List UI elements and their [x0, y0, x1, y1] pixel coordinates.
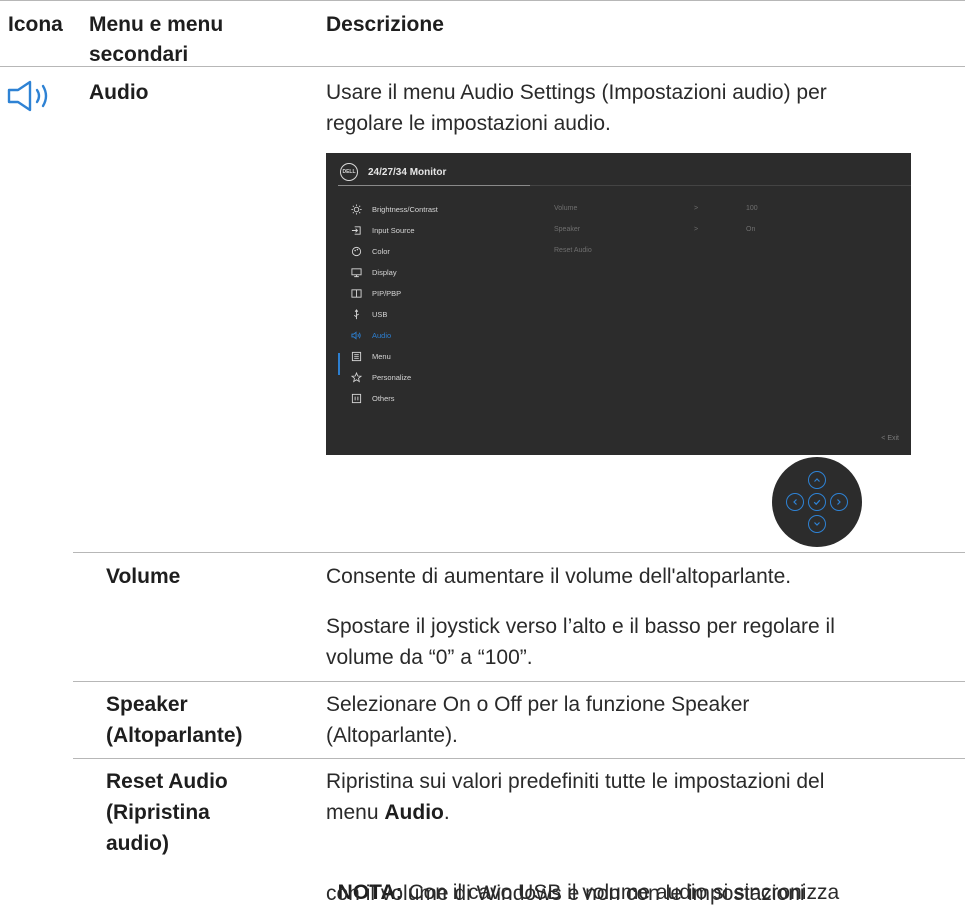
- chevron-right-icon[interactable]: [830, 493, 848, 511]
- dell-logo: DELL: [340, 163, 358, 181]
- reset-desc-bold: Audio: [384, 801, 444, 824]
- osd-item-label: USB: [372, 309, 388, 319]
- chevron-up-icon[interactable]: [808, 471, 826, 489]
- osd-sub-speaker[interactable]: Speaker: [554, 226, 580, 233]
- row-rule-reset: [73, 758, 965, 759]
- osd-sub-reset-audio[interactable]: Reset Audio: [554, 247, 592, 254]
- reset-desc-suffix: .: [443, 801, 450, 824]
- chevron-down-icon[interactable]: [808, 515, 826, 533]
- osd-item-audio[interactable]: Audio: [350, 327, 391, 343]
- osd-item-label: Input Source: [372, 225, 415, 235]
- header-rule: [0, 66, 965, 67]
- osd-item-menu[interactable]: Menu: [350, 348, 391, 364]
- osd-divider: [338, 185, 530, 186]
- osd-divider-dim: [530, 185, 911, 186]
- osd-exit-button[interactable]: < Exit: [881, 435, 899, 442]
- audio-desc-line1: Usare il menu Audio Settings (Impostazio…: [326, 81, 827, 104]
- osd-item-brightness-contrast[interactable]: Brightness/Contrast: [350, 201, 438, 217]
- osd-item-label: Brightness/Contrast: [372, 204, 438, 214]
- menu-speaker-line2: (Altoparlante): [106, 724, 243, 747]
- check-icon[interactable]: [808, 493, 826, 511]
- osd-sub-speaker-arrow: >: [694, 226, 699, 233]
- others-icon: [350, 392, 362, 404]
- row-rule-speaker: [73, 681, 965, 682]
- menu-reset-line2: (Ripristina: [106, 801, 210, 824]
- row-rule-volume: [73, 552, 965, 553]
- volume-desc1: Consente di aumentare il volume dell'alt…: [326, 565, 792, 588]
- chevron-left-icon[interactable]: [786, 493, 804, 511]
- osd-item-input-source[interactable]: Input Source: [350, 222, 415, 238]
- audio-speaker-icon: [6, 80, 62, 112]
- menu-reset-line1: Reset Audio: [106, 770, 228, 793]
- menu-icon: [350, 350, 362, 362]
- header-desc-col: Descrizione: [326, 13, 444, 36]
- header-menu-col-line2: secondari: [89, 43, 189, 66]
- reset-desc-prefix: menu: [326, 801, 385, 824]
- star-icon: [350, 371, 362, 383]
- speaker-desc-line2: (Altoparlante).: [326, 724, 458, 747]
- reset-desc-line1: Ripristina sui valori predefiniti tutte …: [326, 770, 825, 793]
- osd-item-personalize[interactable]: Personalize: [350, 369, 411, 385]
- pip-pbp-icon: [350, 287, 362, 299]
- reset-note-line2: con il volume di Windows e non con le im…: [326, 882, 805, 905]
- volume-desc2-line2: volume da “0” a “100”.: [326, 646, 533, 669]
- menu-volume-label: Volume: [106, 565, 181, 588]
- display-icon: [350, 266, 362, 278]
- usb-icon: [350, 308, 362, 320]
- color-icon: [350, 245, 362, 257]
- osd-sub-volume-value: 100: [746, 205, 758, 212]
- osd-item-color[interactable]: Color: [350, 243, 390, 259]
- osd-active-indicator: [338, 353, 340, 375]
- audio-desc-line2: regolare le impostazioni audio.: [326, 112, 611, 135]
- joystick-graphic: [772, 457, 862, 547]
- osd-item-display[interactable]: Display: [350, 264, 397, 280]
- osd-item-label: Personalize: [372, 372, 412, 382]
- speaker-desc-line1: Selezionare On o Off per la funzione Spe…: [326, 693, 750, 716]
- menu-reset-line3: audio): [106, 832, 169, 855]
- header-menu-col-line1: Menu e menu: [89, 13, 224, 36]
- osd-menu-screenshot: DELL 24/27/34 Monitor Brightness/Contras…: [326, 153, 911, 455]
- audio-icon: [350, 329, 362, 341]
- osd-item-label: Menu: [372, 351, 391, 361]
- osd-header: DELL 24/27/34 Monitor: [340, 162, 446, 182]
- osd-item-label: Others: [372, 393, 395, 403]
- osd-item-usb[interactable]: USB: [350, 306, 387, 322]
- osd-title: 24/27/34 Monitor: [368, 166, 447, 178]
- brightness-icon: [350, 203, 362, 215]
- header-icon-col: Icona: [8, 13, 63, 36]
- volume-desc2-line1: Spostare il joystick verso l’alto e il b…: [326, 615, 835, 638]
- table-top-rule: [0, 0, 965, 1]
- menu-audio-label: Audio: [89, 81, 149, 104]
- osd-item-label: Display: [372, 267, 397, 277]
- osd-item-label: Color: [372, 246, 390, 256]
- input-source-icon: [350, 224, 362, 236]
- osd-sub-speaker-value: On: [746, 226, 756, 233]
- osd-sub-volume[interactable]: Volume: [554, 205, 577, 212]
- osd-item-others[interactable]: Others: [350, 390, 395, 406]
- menu-speaker-line1: Speaker: [106, 693, 188, 716]
- reset-desc-line2: menu Audio.: [326, 798, 450, 828]
- osd-item-pip-pbp[interactable]: PIP/PBP: [350, 285, 401, 301]
- osd-item-label: Audio: [372, 330, 392, 340]
- osd-item-label: PIP/PBP: [372, 288, 402, 298]
- osd-sub-volume-arrow: >: [694, 205, 699, 212]
